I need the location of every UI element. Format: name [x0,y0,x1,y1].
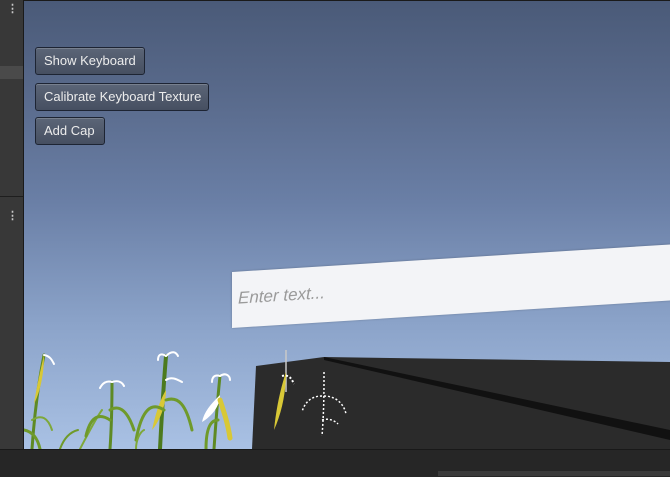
text-input-panel[interactable]: Enter text... [232,242,670,328]
text-input-placeholder[interactable]: Enter text... [238,283,325,308]
editor-side-strip: ⋮ ⋮ [0,0,24,449]
game-viewport[interactable]: Enter text... Show Keyboard Calibrate Ke… [24,0,670,449]
horizontal-scrollbar[interactable] [438,471,670,476]
add-cap-button[interactable]: Add Cap [35,117,105,145]
panel-menu-icon-2[interactable]: ⋮ [7,210,18,222]
show-keyboard-button[interactable]: Show Keyboard [35,47,145,75]
plant-cluster-left [24,351,233,449]
selected-row-highlight[interactable] [0,66,23,79]
calibrate-keyboard-texture-button[interactable]: Calibrate Keyboard Texture [35,83,209,111]
plant-cluster-right [274,350,347,437]
panel-menu-icon[interactable]: ⋮ [7,3,18,15]
panel-divider [0,196,23,197]
viewport-top-border [24,0,670,1]
